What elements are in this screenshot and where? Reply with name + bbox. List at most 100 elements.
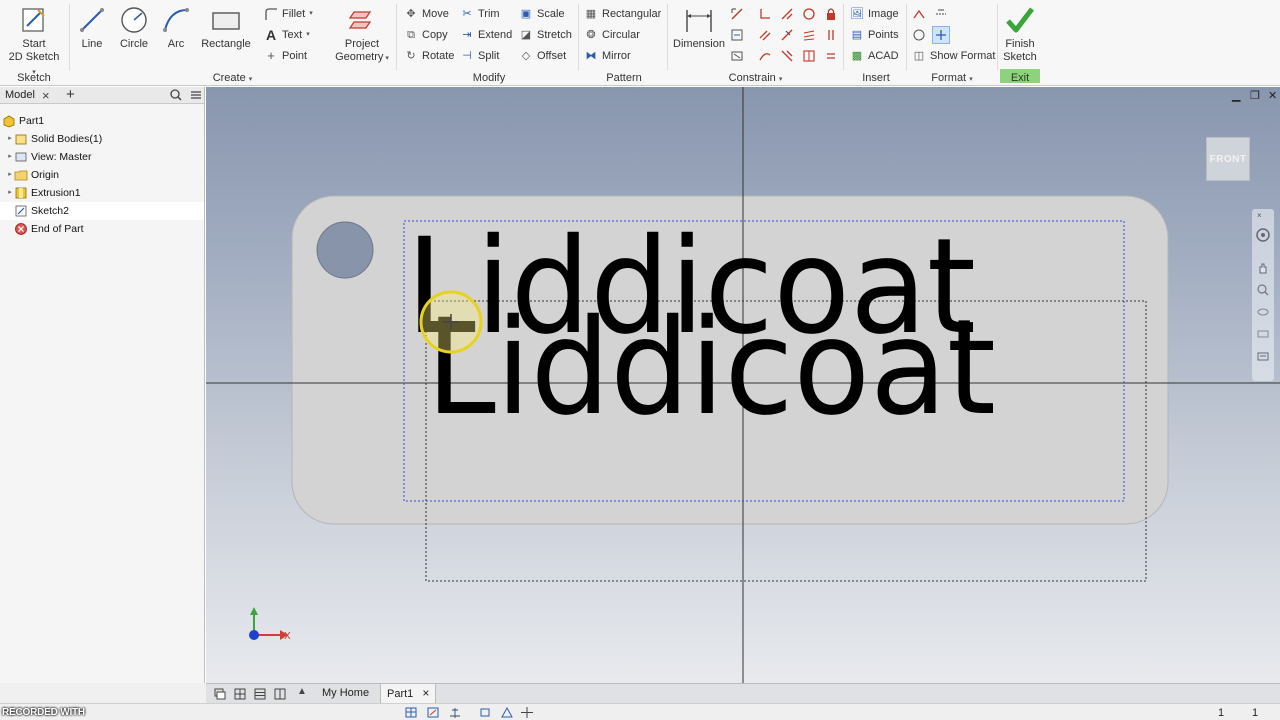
cascade-icon[interactable] — [213, 687, 227, 701]
extend-button[interactable]: ⇥ Extend — [460, 26, 512, 44]
status-tool-icon[interactable] — [500, 706, 514, 719]
symmetric-icon[interactable] — [778, 47, 796, 65]
finish-sketch-button[interactable]: Finish Sketch — [1000, 4, 1040, 64]
status-tool-icon[interactable] — [478, 706, 492, 719]
horizontal-icon[interactable] — [800, 26, 818, 44]
collinear-icon[interactable] — [778, 26, 796, 44]
constraint-settings-icon[interactable] — [728, 5, 746, 23]
scale-button[interactable]: ▣ Scale — [519, 5, 565, 23]
center-point-icon[interactable] — [910, 26, 928, 44]
start-sketch-icon — [22, 8, 45, 32]
fix-lock-icon[interactable] — [822, 5, 840, 23]
status-tool-icon[interactable] — [404, 706, 418, 719]
close-icon[interactable]: × — [422, 686, 429, 700]
stretch-button[interactable]: ◪ Stretch — [519, 26, 572, 44]
parallel-icon[interactable] — [756, 26, 774, 44]
pan-icon[interactable] — [1256, 261, 1270, 275]
coincident-icon[interactable] — [756, 5, 774, 23]
expand-icon[interactable]: ▸ — [6, 148, 14, 166]
tile-icon[interactable] — [233, 687, 247, 701]
tab-my-home[interactable]: My Home — [316, 684, 375, 703]
driven-dimension-icon[interactable] — [932, 26, 950, 44]
point-button[interactable]: + Point — [264, 47, 307, 65]
centerline-icon[interactable] — [932, 5, 950, 23]
trim-button[interactable]: ✂ Trim — [460, 5, 500, 23]
search-icon[interactable] — [169, 88, 183, 102]
concentric-icon[interactable] — [800, 47, 818, 65]
smooth-icon[interactable] — [756, 47, 774, 65]
graphics-viewport[interactable]: ▁ ❐ ✕ Liddicoat Liddicoat X FRONT × — [206, 87, 1280, 683]
vertical-icon[interactable] — [822, 26, 840, 44]
rectangle-button[interactable]: Rectangle — [198, 4, 254, 51]
construction-icon[interactable] — [910, 5, 928, 23]
tile-horizontal-icon[interactable] — [253, 687, 267, 701]
tab-menu-icon[interactable]: ▲ — [297, 686, 307, 697]
offset-button[interactable]: ◇ Offset — [519, 47, 566, 65]
browser-header: Model × + — [0, 86, 204, 104]
rotate-button[interactable]: ↻ Rotate — [404, 47, 454, 65]
tree-node-extrusion1[interactable]: ▸ Extrusion1 — [0, 184, 204, 202]
orbit-icon[interactable] — [1256, 305, 1270, 319]
chevron-down-icon[interactable]: ▾ — [969, 76, 973, 83]
expand-icon[interactable]: ▸ — [6, 130, 14, 148]
circular-pattern-button[interactable]: ❂ Circular — [584, 26, 640, 44]
tree-node-part1[interactable]: Part1 — [0, 112, 204, 130]
move-button[interactable]: ✥ Move — [404, 5, 449, 23]
look-at-icon[interactable] — [1256, 327, 1270, 341]
tile-vertical-icon[interactable] — [273, 687, 287, 701]
circle-button[interactable]: Circle — [114, 4, 154, 51]
project-geometry-button[interactable]: Project Geometry ▾ — [332, 4, 392, 65]
mirror-button[interactable]: ⧓ Mirror — [584, 47, 631, 65]
text-button[interactable]: A Text ▾ — [264, 26, 310, 44]
rectangular-pattern-button[interactable]: ▦ Rectangular — [584, 5, 662, 23]
close-icon[interactable]: × — [42, 88, 50, 103]
tree-node-end-of-part[interactable]: End of Part — [0, 220, 204, 238]
expand-icon[interactable]: ▸ — [6, 184, 14, 202]
divider — [396, 4, 397, 70]
arc-button[interactable]: Arc — [158, 4, 194, 51]
model-tab[interactable]: Model — [5, 89, 35, 101]
expand-icon[interactable]: ▸ — [6, 166, 14, 184]
add-tab-icon[interactable]: + — [66, 86, 75, 103]
tangent-icon[interactable] — [800, 5, 818, 23]
image-button[interactable]: 🖼 Image — [850, 5, 899, 23]
close-icon[interactable]: × — [1257, 211, 1262, 220]
exit-group: Finish Sketch Exit — [1000, 0, 1040, 86]
viewcube[interactable]: FRONT — [1206, 137, 1250, 181]
show-constraints-icon[interactable] — [728, 47, 746, 65]
equal-icon[interactable] — [822, 47, 840, 65]
project-geometry-icon — [348, 11, 372, 29]
chevron-down-icon[interactable]: ▾ — [249, 76, 253, 83]
tab-part1[interactable]: Part1 × — [380, 684, 437, 703]
zoom-icon[interactable] — [1256, 283, 1270, 297]
status-tool-icon[interactable] — [520, 706, 534, 719]
chevron-down-icon[interactable]: ▾ — [779, 76, 783, 83]
move-icon: ✥ — [406, 8, 416, 20]
line-button[interactable]: Line — [74, 4, 110, 51]
format-group-title: Format ▾ — [908, 72, 996, 84]
menu-icon[interactable] — [189, 88, 203, 102]
acad-button[interactable]: ▩ ACAD — [850, 47, 899, 65]
status-tool-icon[interactable] — [448, 706, 462, 719]
tree-node-view-master[interactable]: ▸ View: Master — [0, 148, 204, 166]
tree-node-solid-bodies[interactable]: ▸ Solid Bodies(1) — [0, 130, 204, 148]
tree-node-sketch2[interactable]: Sketch2 — [0, 202, 204, 220]
trim-label: Trim — [478, 8, 500, 20]
tree-label: Origin — [31, 169, 60, 181]
show-format-button[interactable]: ◫ Show Format — [912, 47, 996, 65]
split-button[interactable]: ⊣ Split — [460, 47, 499, 65]
points-button[interactable]: ▤ Points — [850, 26, 899, 44]
dimension-button[interactable]: Dimension — [670, 4, 728, 51]
tree-node-origin[interactable]: ▸ Origin — [0, 166, 204, 184]
fillet-button[interactable]: Fillet ▾ — [264, 5, 313, 23]
status-tool-icon[interactable] — [426, 706, 440, 719]
perpendicular-icon[interactable] — [778, 5, 796, 23]
start-2d-sketch-button[interactable]: Start 2D Sketch ▾ — [6, 4, 62, 79]
dimension-label: Dimension — [673, 38, 725, 50]
copy-button[interactable]: ⧉ Copy — [404, 26, 448, 44]
rectangular-label: Rectangular — [602, 8, 662, 20]
auto-dimension-icon[interactable] — [728, 26, 746, 44]
sketch-canvas[interactable]: Liddicoat Liddicoat X — [206, 87, 1280, 683]
nav-menu-icon[interactable] — [1256, 349, 1270, 363]
steering-wheel-icon[interactable] — [1255, 227, 1271, 243]
